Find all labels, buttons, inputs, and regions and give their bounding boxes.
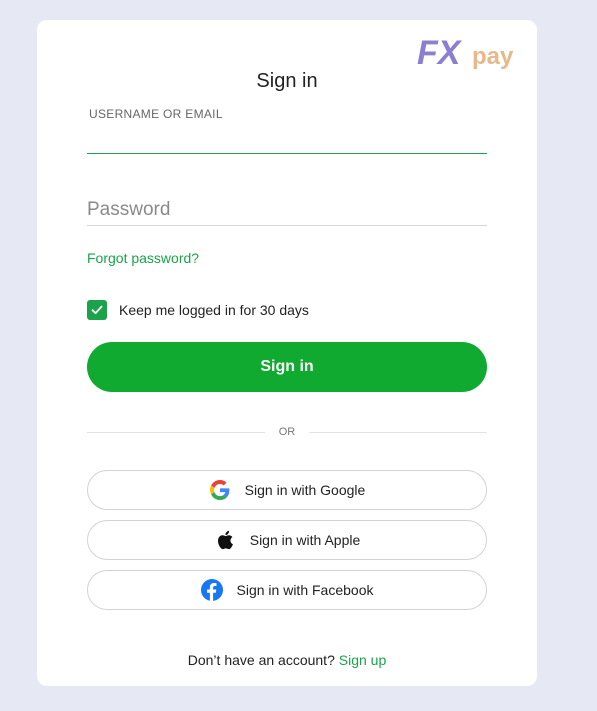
password-input[interactable] <box>87 194 487 226</box>
google-icon <box>209 479 231 501</box>
username-label: USERNAME OR EMAIL <box>89 107 223 121</box>
logo-fx-text: FX <box>417 34 463 72</box>
apple-icon <box>214 529 236 551</box>
remember-me-label: Keep me logged in for 30 days <box>119 302 309 318</box>
divider-line-right <box>309 431 487 433</box>
sign-up-link[interactable]: Sign up <box>339 652 386 668</box>
divider-or-label: OR <box>278 426 296 438</box>
checkmark-icon <box>91 305 103 315</box>
remember-me-row[interactable]: Keep me logged in for 30 days <box>87 300 309 320</box>
sign-in-with-google-button[interactable]: Sign in with Google <box>87 470 487 510</box>
remember-me-checkbox[interactable] <box>87 300 107 320</box>
divider-line-left <box>87 431 265 433</box>
google-button-label: Sign in with Google <box>244 482 366 498</box>
username-input[interactable] <box>87 124 487 154</box>
sign-in-with-apple-button[interactable]: Sign in with Apple <box>87 520 487 560</box>
fxpay-logo: FX pay <box>417 34 514 72</box>
or-divider: OR <box>87 422 487 442</box>
signup-row: Don’t have an account? Sign up <box>37 652 537 668</box>
sign-in-with-facebook-button[interactable]: Sign in with Facebook <box>87 570 487 610</box>
facebook-button-label: Sign in with Facebook <box>236 582 374 598</box>
sign-in-card: FX pay Sign in USERNAME OR EMAIL Forgot … <box>37 20 537 686</box>
forgot-password-link[interactable]: Forgot password? <box>87 250 199 266</box>
sign-in-button[interactable]: Sign in <box>87 342 487 392</box>
facebook-icon <box>200 579 223 601</box>
page-title: Sign in <box>256 70 318 92</box>
logo-pay-text: pay <box>472 43 514 70</box>
signup-prompt: Don’t have an account? <box>187 652 335 668</box>
apple-button-label: Sign in with Apple <box>249 532 361 548</box>
